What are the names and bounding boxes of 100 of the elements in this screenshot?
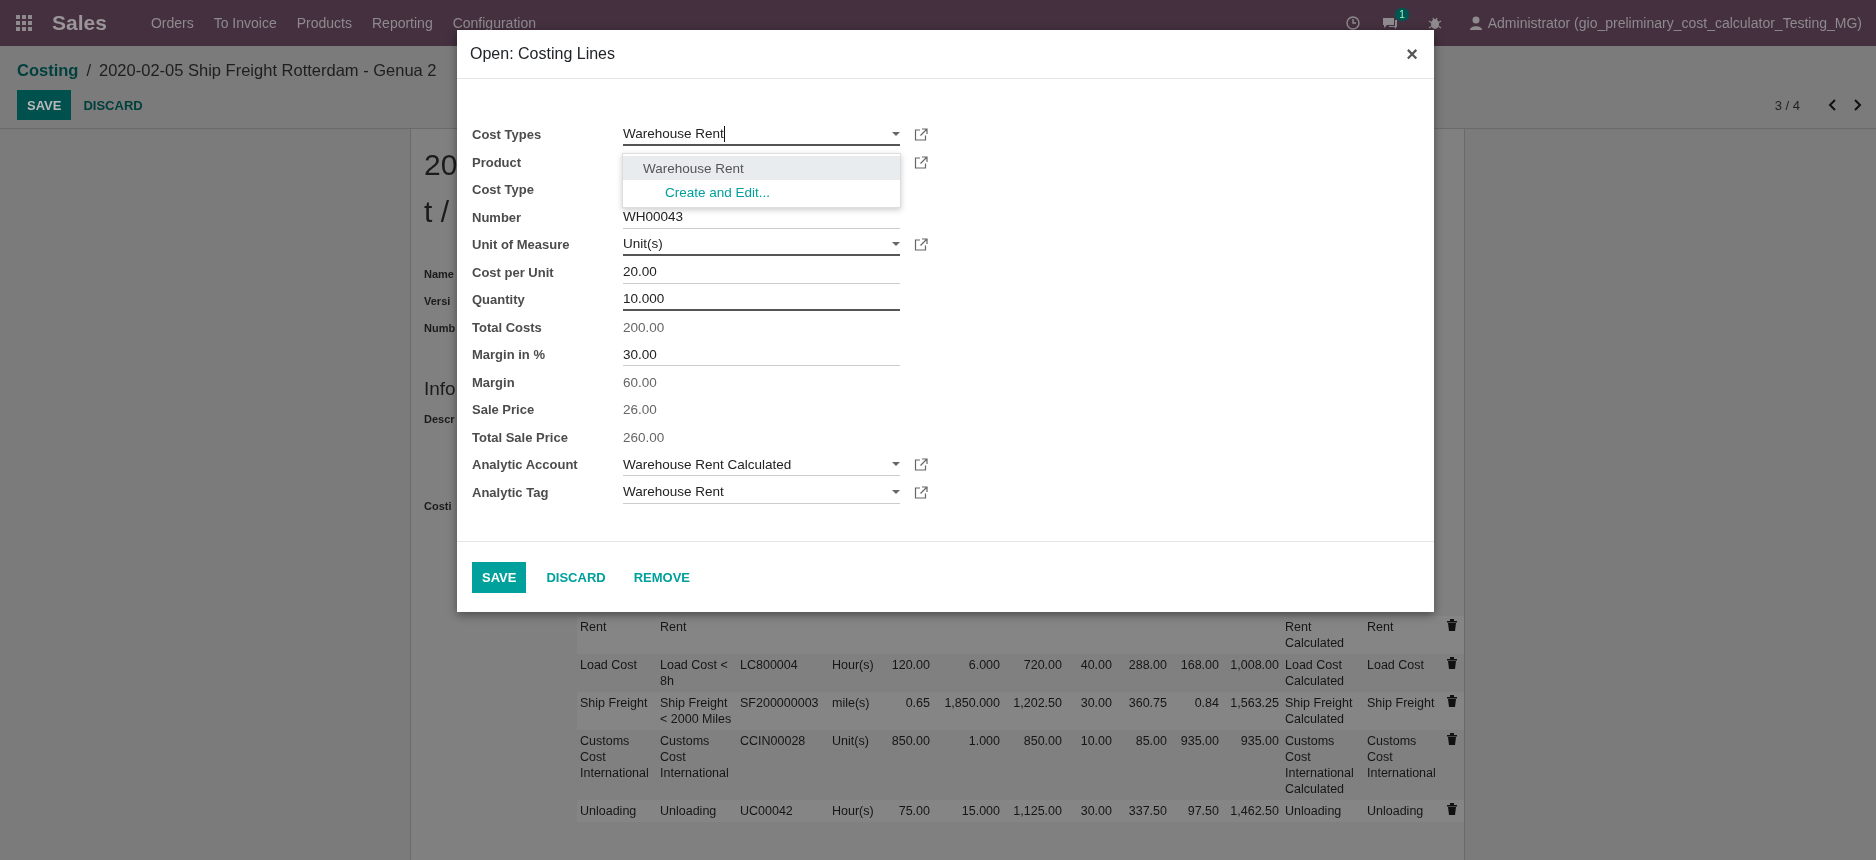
table-cell: 1,202.50 — [1003, 692, 1065, 730]
field-value: 200.00 — [623, 319, 666, 335]
menu-item[interactable]: Configuration — [452, 15, 536, 31]
trash-icon[interactable] — [1447, 619, 1457, 631]
input-field[interactable]: 30.00 — [623, 343, 900, 367]
app-name[interactable]: Sales — [52, 11, 107, 35]
trash-icon[interactable] — [1447, 803, 1457, 815]
input-field[interactable]: Warehouse Rent — [623, 480, 900, 504]
external-link-icon[interactable] — [914, 458, 928, 472]
table-cell: 720.00 — [1003, 654, 1065, 692]
external-link-icon[interactable] — [914, 155, 928, 169]
table-cell: 15.000 — [933, 800, 1003, 822]
input-field[interactable]: 20.00 — [623, 260, 900, 284]
breadcrumb-link[interactable]: Costing — [17, 60, 79, 80]
input-field[interactable]: 10.000 — [623, 288, 900, 312]
table-cell: Load Cost < 8h — [657, 654, 737, 692]
field-label: Name — [424, 267, 454, 282]
table-cell: Unloading — [1282, 800, 1364, 822]
field-label: Margin — [472, 374, 516, 390]
table-cell: Load Cost — [1364, 654, 1444, 692]
create-and-edit-link[interactable]: Create and Edit... — [623, 180, 900, 204]
trash-icon[interactable] — [1447, 657, 1457, 669]
field-label: Versi — [424, 294, 451, 309]
close-button[interactable]: × — [1406, 42, 1418, 66]
table-cell: 1,850.000 — [933, 692, 1003, 730]
menu-item[interactable]: Reporting — [372, 15, 433, 31]
field-value: 260.00 — [623, 429, 666, 445]
clock-icon[interactable] — [1345, 16, 1360, 30]
table-cell: Customs Cost International — [657, 730, 737, 800]
trash-icon[interactable] — [1447, 733, 1457, 745]
bug-icon[interactable] — [1427, 16, 1442, 30]
table-cell: CCIN00028 — [737, 730, 829, 800]
table-cell: Ship Freight Calculated — [1282, 692, 1364, 730]
input-field[interactable]: Warehouse Rent — [623, 123, 900, 147]
table-cell: Rent — [577, 616, 657, 654]
table-cell: Customs Cost International — [577, 730, 657, 800]
table-cell: 1,125.00 — [1003, 800, 1065, 822]
caret-down-icon — [892, 462, 900, 467]
table-cell: 0.84 — [1170, 692, 1222, 730]
chevron-left-icon[interactable] — [1828, 99, 1836, 111]
discard-button[interactable]: DISCARD — [75, 90, 151, 120]
table-cell: Hour(s) — [829, 800, 883, 822]
menu-item[interactable]: Orders — [150, 15, 194, 31]
table-cell: LC800004 — [737, 654, 829, 692]
field-label: Number — [472, 209, 523, 225]
table-cell: Rent — [657, 616, 737, 654]
field-label: Margin in % — [472, 347, 546, 363]
table-cell: 1,462.50 — [1222, 800, 1282, 822]
field-label: Descr — [424, 412, 455, 427]
external-link-icon[interactable] — [914, 238, 928, 252]
save-button[interactable]: SAVE — [17, 90, 72, 120]
dialog-button[interactable]: DISCARD — [532, 561, 620, 593]
external-link-icon[interactable] — [914, 128, 928, 142]
table-cell: Customs Cost International — [1364, 730, 1444, 800]
dialog-button[interactable]: REMOVE — [619, 561, 704, 593]
table-cell: 10.00 — [1065, 730, 1115, 800]
menu-item[interactable]: To Invoice — [213, 15, 277, 31]
chat-icon[interactable] — [1381, 16, 1398, 30]
caret-down-icon — [892, 489, 900, 494]
table-cell: 6.000 — [933, 654, 1003, 692]
dialog-title: Open: Costing Lines — [470, 45, 616, 63]
table-cell: Unloading — [577, 800, 657, 822]
save-button[interactable]: SAVE — [472, 561, 527, 593]
dropdown-option[interactable]: Warehouse Rent — [623, 156, 900, 180]
chevron-right-icon[interactable] — [1854, 99, 1862, 111]
menu-item[interactable]: Products — [296, 15, 352, 31]
table-cell: 1,563.25 — [1222, 692, 1282, 730]
input-field[interactable]: Warehouse Rent Calculated — [623, 453, 900, 477]
field-label: Total Sale Price — [472, 429, 569, 445]
pager-counter: 3 / 4 — [1774, 97, 1800, 113]
breadcrumb-separator: / — [86, 60, 91, 80]
table-cell: Rent — [1364, 616, 1444, 654]
apps-grid-icon[interactable] — [16, 15, 32, 31]
table-cell: 30.00 — [1065, 692, 1115, 730]
table-cell: 168.00 — [1170, 654, 1222, 692]
table-cell: 1,008.00 — [1222, 654, 1282, 692]
external-link-icon[interactable] — [914, 485, 928, 499]
table-cell: Hour(s) — [829, 654, 883, 692]
table-cell: 850.00 — [1003, 730, 1065, 800]
table-cell: 75.00 — [883, 800, 933, 822]
notification-badge: 1 — [1395, 8, 1409, 21]
section-heading: Info — [424, 377, 456, 401]
trash-icon[interactable] — [1447, 695, 1457, 707]
input-field[interactable]: Unit(s) — [623, 233, 900, 257]
field-label: Total Costs — [472, 319, 543, 335]
table-cell: 935.00 — [1222, 730, 1282, 800]
field-label: Cost per Unit — [472, 264, 555, 280]
record-title: 2020-02-05 Ship Freight Rotterdam - Genua 2 — [99, 60, 437, 80]
table-cell: 120.00 — [883, 654, 933, 692]
field-label: Numb — [424, 321, 456, 336]
table-cell: Unit(s) — [829, 730, 883, 800]
table-cell: 288.00 — [1115, 654, 1170, 692]
table-cell: 935.00 — [1170, 730, 1222, 800]
user-menu[interactable]: Administrator (gio_preliminary_cost_calculator_Testing_MG) — [1487, 15, 1862, 31]
field-label: Analytic Account — [472, 457, 579, 473]
field-label: Cost Type — [472, 182, 535, 198]
field-value: 60.00 — [623, 374, 658, 390]
table-cell: Customs Cost International Calculated — [1282, 730, 1364, 800]
table-cell: Load Cost Calculated — [1282, 654, 1364, 692]
field-label: Analytic Tag — [472, 484, 550, 500]
